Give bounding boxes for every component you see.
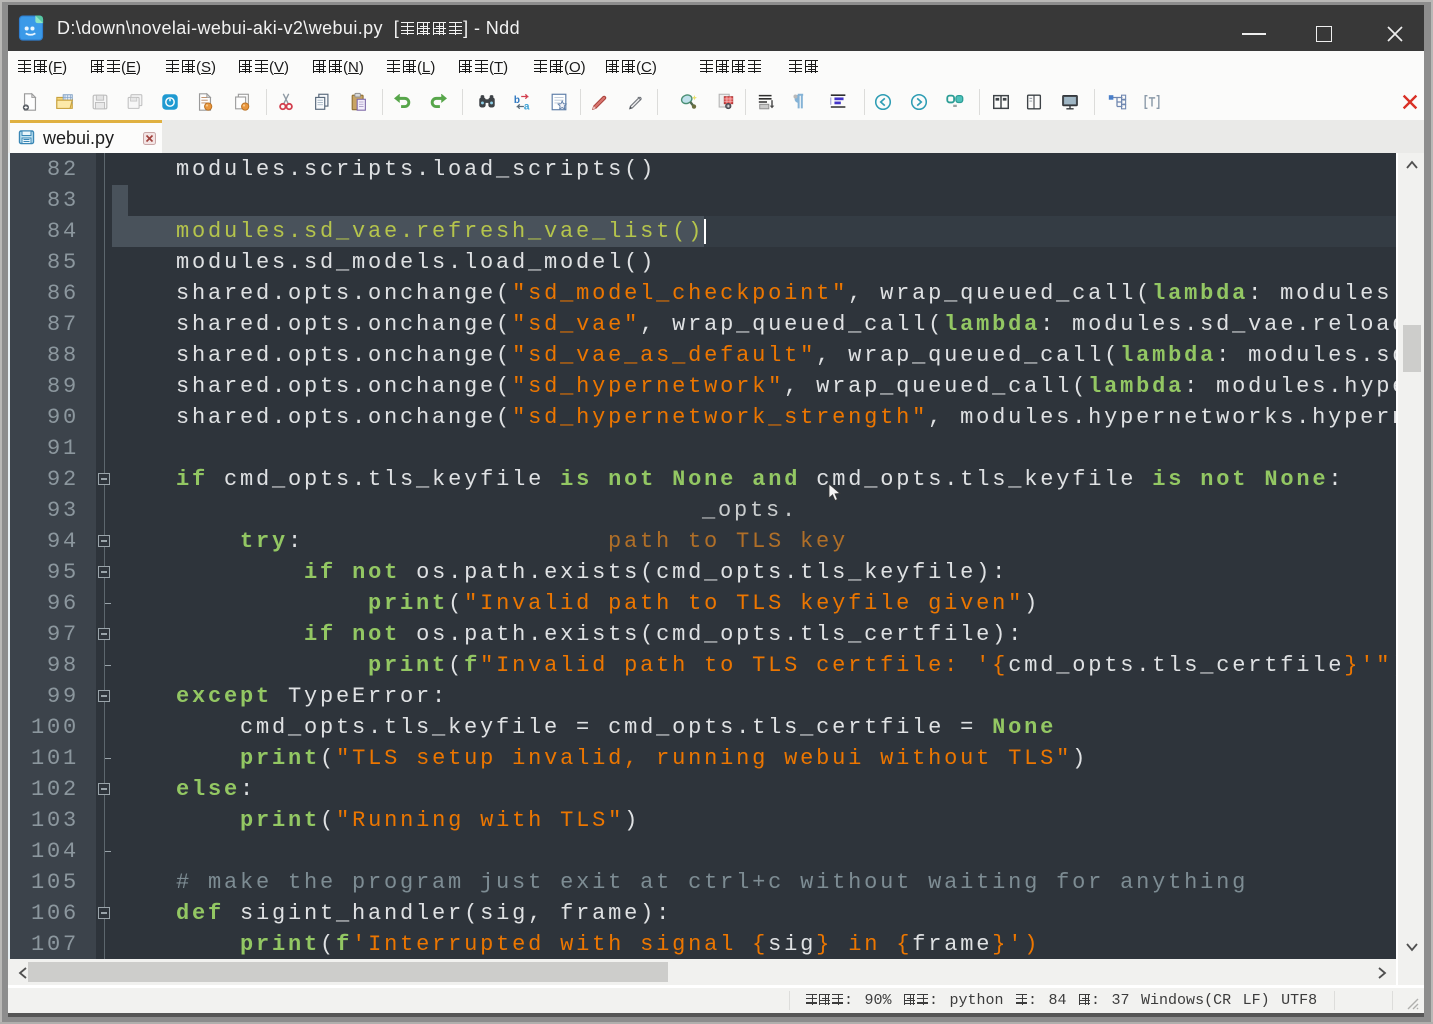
- svg-text:a: a: [524, 101, 530, 112]
